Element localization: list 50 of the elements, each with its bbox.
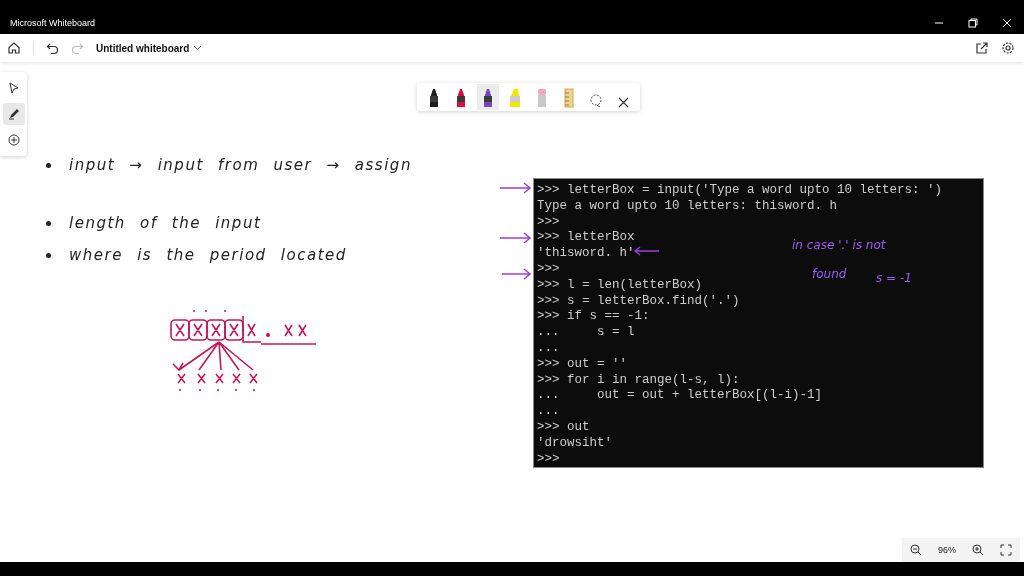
console-line: >>> out = '' bbox=[537, 356, 627, 373]
console-line: >>> l = len(letterBox) bbox=[537, 277, 703, 294]
handwritten-annotation: in case '.' is not bbox=[792, 238, 886, 252]
console-line: ... bbox=[537, 340, 560, 357]
home-icon[interactable] bbox=[7, 41, 21, 55]
handwritten-note: input → input from user → assign bbox=[69, 156, 412, 174]
ruler-icon bbox=[564, 88, 574, 108]
bullet-dot bbox=[46, 252, 51, 258]
board-name-menu[interactable]: Untitled whiteboard bbox=[96, 42, 203, 54]
pen-tool[interactable] bbox=[2, 103, 25, 125]
console-line: >>> for i in range(l-s, l): bbox=[537, 372, 740, 389]
handwritten-annotation: s = -1 bbox=[876, 271, 912, 285]
plus-circle-icon bbox=[7, 134, 20, 146]
close-icon bbox=[617, 97, 629, 108]
close-icon[interactable] bbox=[1002, 18, 1012, 28]
zoom-out-icon[interactable] bbox=[910, 544, 922, 556]
console-line: >>> bbox=[537, 451, 560, 468]
console-line: >>> out bbox=[537, 419, 590, 436]
console-line: >>> if s == -1: bbox=[537, 309, 650, 326]
console-line: 'thisword. h' bbox=[537, 246, 635, 262]
console-line: >>> letterBox bbox=[537, 230, 635, 247]
zoom-level: 96% bbox=[938, 545, 956, 555]
pen-tool[interactable] bbox=[477, 84, 499, 110]
console-line: 'drowsiht' bbox=[537, 435, 612, 452]
ink-arrow-drawing bbox=[634, 246, 660, 256]
fit-to-screen-icon[interactable] bbox=[1000, 544, 1012, 556]
console-line: ... s = l bbox=[537, 325, 635, 341]
console-line: >>> s = letterBox.find('.') bbox=[537, 293, 740, 310]
zoom-in-icon[interactable] bbox=[972, 544, 984, 556]
bullet-dot bbox=[46, 220, 51, 226]
console-line: >>> bbox=[537, 214, 560, 231]
lasso-icon bbox=[589, 94, 603, 108]
console-line: ... bbox=[537, 404, 560, 420]
handwritten-note: where is the period located bbox=[69, 246, 347, 264]
restore-icon[interactable] bbox=[968, 18, 978, 28]
bullet-dot bbox=[46, 162, 51, 168]
chevron-down-icon bbox=[193, 45, 203, 51]
handwritten-note: length of the input bbox=[69, 214, 262, 232]
eraser-icon bbox=[536, 88, 548, 108]
console-line: >>> letterBox = input('Type a word upto 10 letters: ') bbox=[537, 183, 943, 199]
console-line: >>> bbox=[537, 262, 560, 278]
settings-icon[interactable] bbox=[1001, 41, 1015, 55]
undo-icon[interactable] bbox=[46, 41, 59, 55]
window-title: Microsoft Whiteboard bbox=[10, 18, 96, 28]
handwritten-annotation: found bbox=[812, 267, 847, 281]
pointer-icon bbox=[8, 82, 19, 94]
share-icon[interactable] bbox=[975, 41, 989, 55]
pen-icon bbox=[7, 108, 20, 120]
console-line: ... out = out + letterBox[(l-i)-1] bbox=[537, 388, 823, 405]
console-line: Type a word upto 10 letters: thisword. h bbox=[537, 198, 838, 215]
